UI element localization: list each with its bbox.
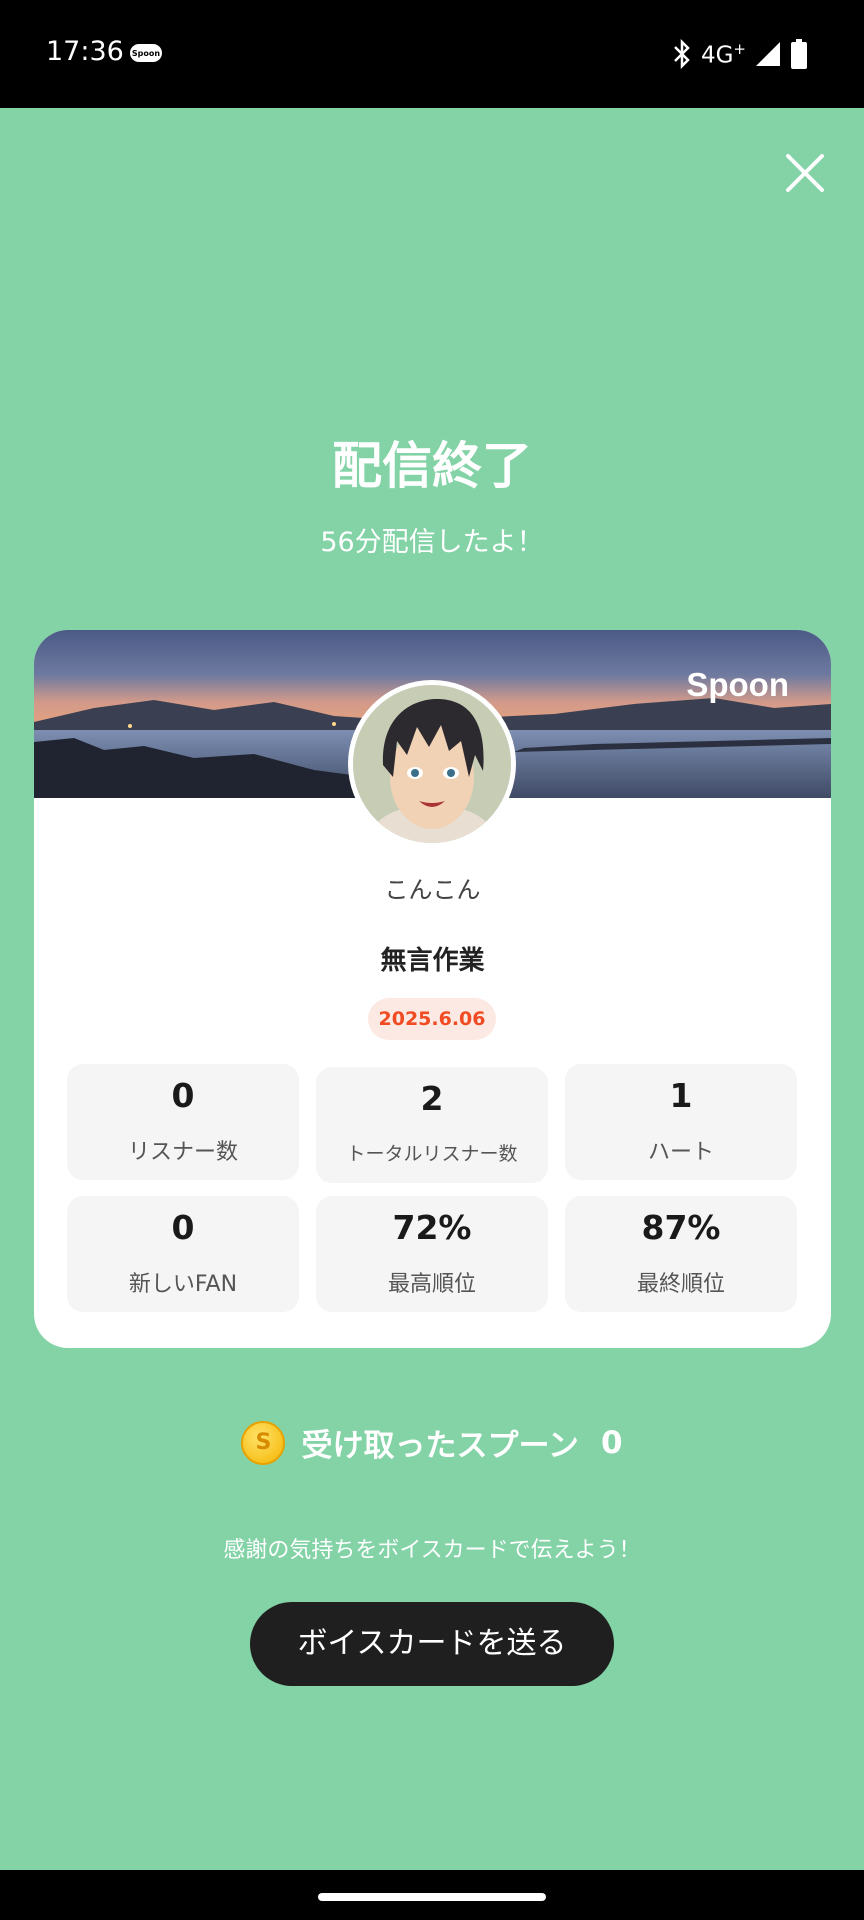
signal-icon: [756, 42, 780, 66]
status-icons: 4G+: [671, 38, 808, 70]
username: こんこん: [384, 876, 481, 904]
page-title: 配信終了: [332, 437, 532, 495]
stat-value: 2: [420, 1079, 444, 1118]
stat-value: 72%: [392, 1208, 472, 1247]
stat-label: 最終順位: [636, 1272, 725, 1297]
stat-label: トータルリスナー数: [346, 1143, 518, 1165]
stat-value: 87%: [641, 1208, 721, 1247]
stat-hearts: 1 ハート: [565, 1064, 797, 1180]
close-button[interactable]: [780, 148, 830, 198]
stat-label: リスナー数: [127, 1140, 238, 1165]
stat-label: ハート: [647, 1140, 714, 1165]
bluetooth-icon: [674, 39, 690, 69]
spoon-coin-icon: S: [241, 1420, 286, 1465]
stat-label: 新しいFAN: [128, 1272, 238, 1297]
stat-listeners: 0 リスナー数: [67, 1064, 299, 1180]
send-voice-card-button[interactable]: ボイスカードを送る: [250, 1602, 614, 1686]
navigation-bar: [0, 1870, 864, 1920]
stat-value: 1: [669, 1076, 693, 1115]
user-avatar: [348, 680, 516, 848]
spoon-app-notification-icon: Spoon: [130, 44, 162, 62]
status-time: 17:36: [46, 36, 124, 67]
stat-value: 0: [171, 1076, 195, 1115]
broadcast-title: 無言作業: [380, 946, 485, 976]
home-indicator[interactable]: [318, 1893, 546, 1901]
stat-highest-rank: 72% 最高順位: [316, 1196, 548, 1312]
stat-value: 0: [171, 1208, 195, 1247]
broadcast-end-screen: 配信終了 56分配信したよ！ Spoon こんこん 無言作業 2025.6.06…: [0, 108, 864, 1870]
stat-final-rank: 87% 最終順位: [565, 1196, 797, 1312]
status-bar: 17:36 Spoon 4G+: [0, 0, 864, 108]
received-spoons-count: 0: [600, 1424, 623, 1461]
stat-total-listeners: 2 トータルリスナー数: [316, 1067, 548, 1183]
spoon-logo: Spoon: [686, 666, 789, 703]
received-spoons-label: 受け取ったスプーン: [301, 1428, 579, 1464]
broadcast-date-badge: 2025.6.06: [368, 998, 496, 1040]
battery-icon: [791, 39, 807, 69]
thanks-message: 感謝の気持ちをボイスカードで伝えよう！: [223, 1538, 641, 1563]
close-icon: [786, 154, 824, 192]
broadcast-duration-text: 56分配信したよ！: [320, 527, 544, 558]
broadcast-summary-card: Spoon こんこん 無言作業 2025.6.06 0 リスナー数 2 トータル…: [34, 630, 831, 1348]
stat-new-fans: 0 新しいFAN: [67, 1196, 299, 1312]
received-spoons-row: S 受け取ったスプーン 0: [0, 1420, 864, 1465]
network-type-label: 4G+: [700, 39, 746, 69]
stat-label: 最高順位: [387, 1272, 476, 1297]
